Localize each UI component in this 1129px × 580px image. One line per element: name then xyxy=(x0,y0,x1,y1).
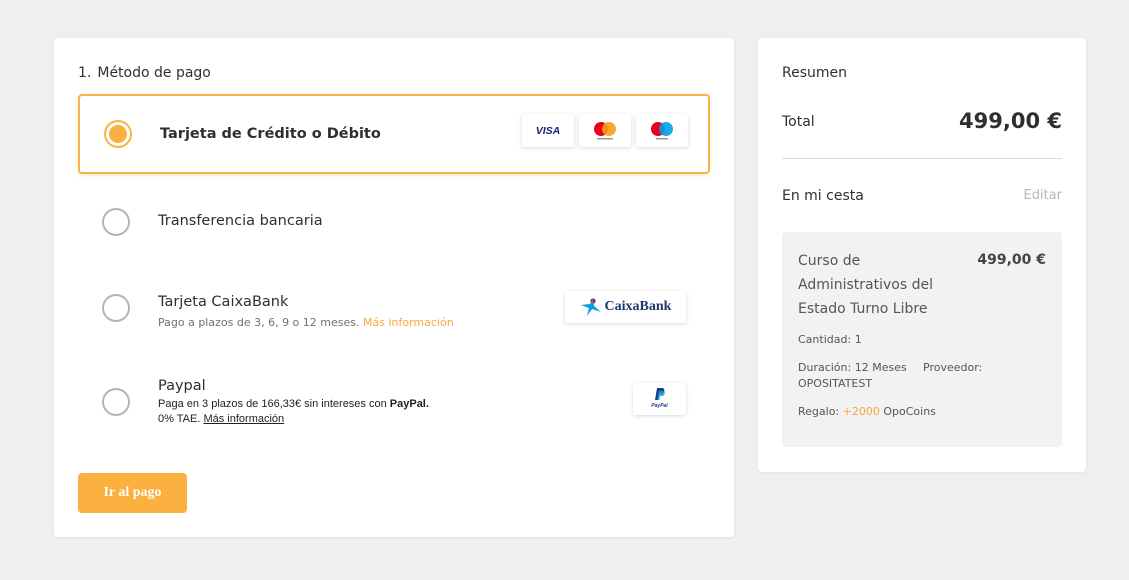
gift-amount: +2000 xyxy=(842,405,880,418)
visa-logo-text: VISA xyxy=(535,124,561,137)
option-caixabank-label: Tarjeta CaixaBank xyxy=(158,294,289,310)
total-label: Total xyxy=(782,114,815,130)
paypal-logo-text: PayPal xyxy=(651,403,668,409)
course-price: 499,00 € xyxy=(977,252,1046,268)
summary-divider xyxy=(782,158,1062,159)
summary-panel: Resumen Total 499,00 € En mi cesta Edita… xyxy=(758,38,1086,472)
paypal-logo: PayPal xyxy=(633,383,686,415)
edit-basket-link[interactable]: Editar xyxy=(1024,188,1063,203)
caixabank-subtitle-text: Pago a plazos de 3, 6, 9 o 12 meses. xyxy=(158,316,360,329)
payment-method-panel: 1. Método de pago Tarjeta de Crédito o Dé… xyxy=(54,38,734,537)
provider-label: Proveedor: xyxy=(923,361,983,374)
basket-label: En mi cesta xyxy=(782,188,864,204)
maestro-icon xyxy=(651,121,673,139)
duration-detail: Duración: 12 Meses xyxy=(798,361,907,374)
provider-value: OPOSITATEST xyxy=(798,377,873,390)
caixabank-star-icon xyxy=(580,298,601,316)
caixabank-logo-text: CaixaBank xyxy=(604,299,672,314)
paypal-more-info-link[interactable]: Más información xyxy=(203,413,284,425)
option-credit-card-label: Tarjeta de Crédito o Débito xyxy=(160,126,381,142)
paypal-description: Paga en 3 plazos de 166,33€ sin interese… xyxy=(158,397,458,427)
step-number: 1. xyxy=(78,65,92,81)
paypal-p-icon xyxy=(654,388,665,400)
radio-paypal[interactable] xyxy=(102,388,130,416)
gift-label: Regalo: xyxy=(798,405,840,418)
option-bank-transfer-label: Transferencia bancaria xyxy=(158,213,323,229)
paypal-desc-text: Paga en 3 plazos de 166,33€ sin interese… xyxy=(158,398,387,410)
gift-unit: OpoCoins xyxy=(883,405,936,418)
option-paypal-label: Paypal xyxy=(158,378,206,394)
quantity-detail: Cantidad: 1 xyxy=(798,333,862,346)
payment-section-title: 1. Método de pago xyxy=(78,65,211,81)
quantity-value: 1 xyxy=(854,333,862,346)
visa-logo: VISA xyxy=(522,114,574,147)
caixabank-more-info-link[interactable]: Más información xyxy=(363,316,454,329)
option-paypal[interactable]: Paypal Paga en 3 plazos de 166,33€ sin i… xyxy=(78,358,710,448)
basket-item: Curso de Administrativos del Estado Turn… xyxy=(782,232,1062,447)
radio-credit-card[interactable] xyxy=(104,120,132,148)
paypal-tae: 0% TAE. xyxy=(158,413,201,425)
maestro-logo xyxy=(636,114,688,147)
course-name: Curso de Administrativos del Estado Turn… xyxy=(798,253,933,317)
step-title: Método de pago xyxy=(97,65,211,81)
gift-detail: Regalo: +2000 OpoCoins xyxy=(798,405,936,418)
paypal-desc-brand: PayPal. xyxy=(389,398,429,410)
go-to-payment-button[interactable]: Ir al pago xyxy=(78,473,187,513)
caixabank-logo: CaixaBank xyxy=(565,291,686,323)
mastercard-logo xyxy=(579,114,631,147)
option-bank-transfer[interactable]: Transferencia bancaria xyxy=(78,182,710,262)
option-credit-card[interactable]: Tarjeta de Crédito o Débito VISA xyxy=(78,94,710,174)
mastercard-icon xyxy=(594,121,616,139)
option-caixabank[interactable]: Tarjeta CaixaBank Pago a plazos de 3, 6,… xyxy=(78,270,710,350)
radio-caixabank[interactable] xyxy=(102,294,130,322)
duration-value: 12 Meses xyxy=(854,361,907,374)
quantity-label: Cantidad: xyxy=(798,333,852,346)
total-value: 499,00 € xyxy=(959,109,1062,133)
option-caixabank-subtitle: Pago a plazos de 3, 6, 9 o 12 meses. Más… xyxy=(158,316,454,329)
duration-label: Duración: xyxy=(798,361,852,374)
summary-title: Resumen xyxy=(782,65,848,81)
radio-bank-transfer[interactable] xyxy=(102,208,130,236)
